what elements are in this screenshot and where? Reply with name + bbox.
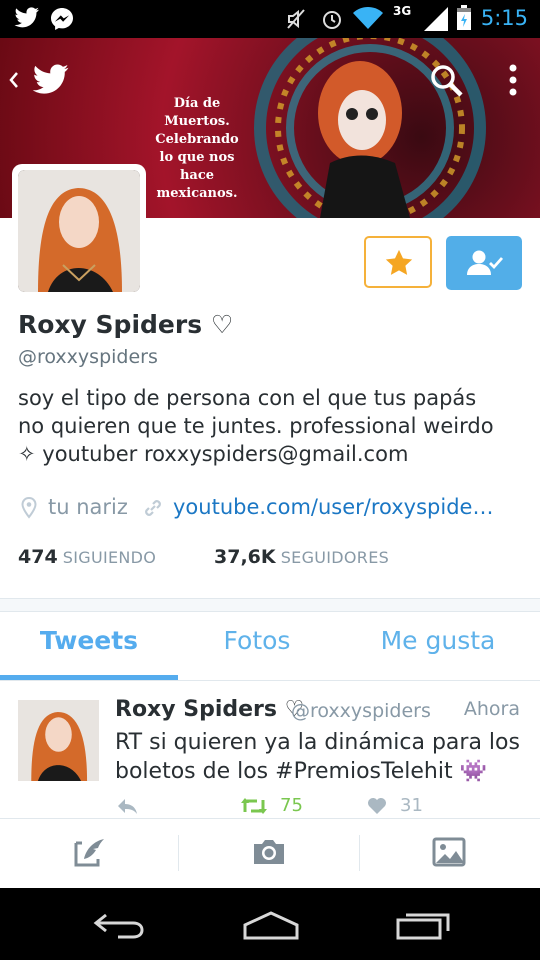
status-time: 5:15 xyxy=(480,6,528,30)
battery-icon xyxy=(456,5,472,35)
tab-fotos[interactable]: Fotos xyxy=(178,626,336,655)
star-icon xyxy=(385,249,413,275)
twitter-icon xyxy=(14,7,40,33)
profile-website-link[interactable]: youtube.com/user/roxyspide… xyxy=(173,495,493,519)
back-icon[interactable] xyxy=(8,70,20,94)
profile-location: tu nariz xyxy=(48,495,128,519)
profile-bio: soy el tipo de persona con el que tus pa… xyxy=(18,386,494,466)
profile-handle: @roxxyspiders xyxy=(18,346,158,368)
tweet-avatar[interactable] xyxy=(18,700,99,781)
nav-back-icon[interactable] xyxy=(92,910,148,944)
like-count: 31 xyxy=(400,795,423,816)
favorite-button[interactable] xyxy=(364,236,432,288)
section-divider xyxy=(0,598,540,612)
tab-me-gusta[interactable]: Me gusta xyxy=(336,626,540,655)
twitter-bird-icon[interactable] xyxy=(32,64,70,100)
compose-tweet-icon[interactable] xyxy=(72,835,108,873)
search-icon[interactable] xyxy=(430,64,464,102)
profile-avatar[interactable] xyxy=(12,164,146,298)
mute-icon xyxy=(286,8,306,34)
camera-icon[interactable] xyxy=(251,837,287,871)
alarm-icon xyxy=(320,7,344,35)
tabs-divider xyxy=(0,680,540,681)
location-pin-icon xyxy=(21,496,37,523)
like-icon[interactable] xyxy=(367,797,387,819)
network-type: 3G xyxy=(393,4,412,18)
retweet-count: 75 xyxy=(280,795,303,816)
signal-icon xyxy=(424,7,448,35)
profile-name: Roxy Spiders ♡ xyxy=(18,310,234,339)
compose-toolbar xyxy=(0,818,540,889)
following-button[interactable] xyxy=(446,236,522,290)
tweet-author-handle[interactable]: @roxxyspiders xyxy=(291,700,431,722)
heart-suffix: ♡ xyxy=(210,310,234,339)
tweet-author-name[interactable]: Roxy Spiders ♡ xyxy=(115,697,304,722)
system-nav-bar xyxy=(0,888,540,960)
reply-icon[interactable] xyxy=(115,796,139,820)
banner-caption: Día de Muertos. Celebrando lo que nos ha… xyxy=(155,96,239,201)
followers-stat[interactable]: 37,6K SEGUIDORES xyxy=(214,546,389,568)
nav-home-icon[interactable] xyxy=(242,910,300,944)
avatar-photo xyxy=(18,170,140,292)
link-icon xyxy=(142,497,164,523)
nav-recents-icon[interactable] xyxy=(394,910,452,944)
following-stat[interactable]: 474 SIGUIENDO xyxy=(18,546,156,568)
messenger-icon xyxy=(50,7,74,35)
user-check-icon xyxy=(467,250,504,275)
retweet-icon[interactable] xyxy=(240,796,268,820)
wifi-icon xyxy=(353,6,383,34)
overflow-menu-icon[interactable] xyxy=(506,64,520,102)
status-bar: 3G 5:15 xyxy=(0,0,540,38)
tab-tweets[interactable]: Tweets xyxy=(0,626,178,655)
tweet-timestamp: Ahora xyxy=(463,698,520,720)
tweet-text: RT si quieren ya la dinámica para los bo… xyxy=(115,730,520,784)
gallery-icon[interactable] xyxy=(432,837,466,871)
